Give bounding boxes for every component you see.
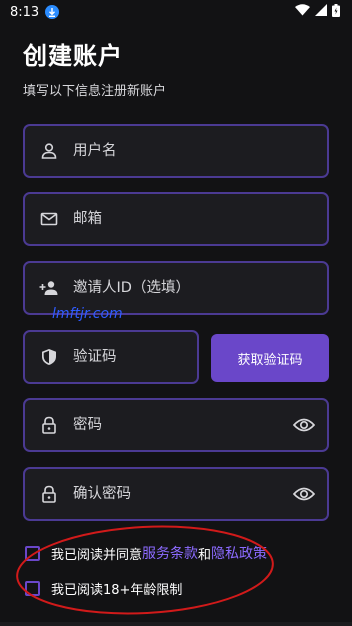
privacy-link[interactable]: 隐私政策 (211, 543, 267, 563)
verification-code-field[interactable] (23, 330, 199, 384)
username-input[interactable] (73, 136, 327, 166)
wifi-icon (295, 4, 310, 20)
terms-prefix: 我已阅读并同意 (51, 547, 143, 563)
invite-id-input[interactable] (73, 273, 327, 303)
email-input[interactable] (73, 204, 327, 234)
watermark: lmftjr.com (52, 306, 123, 322)
mail-icon (39, 209, 59, 229)
page-subtitle: 填写以下信息注册新账户 (23, 84, 167, 99)
get-code-button[interactable]: 获取验证码 (211, 334, 329, 382)
person-icon (39, 141, 59, 161)
terms-and: 和 (198, 547, 212, 563)
age-checkbox[interactable] (25, 581, 40, 596)
confirm-password-input[interactable] (73, 479, 293, 509)
navigation-bar (0, 622, 352, 626)
battery-icon (332, 3, 340, 21)
terms-agreement: 我已阅读并同意 服务条款 和 隐私政策 (25, 543, 267, 563)
age-agreement: 我已阅读18+年龄限制 (25, 579, 182, 598)
age-label: 我已阅读18+年龄限制 (51, 583, 183, 598)
email-field[interactable] (23, 192, 329, 246)
verification-code-input[interactable] (73, 342, 197, 372)
status-bar: 8:13 (0, 0, 352, 24)
password-field[interactable] (23, 398, 329, 452)
confirm-password-field[interactable] (23, 467, 329, 521)
username-field[interactable] (23, 124, 329, 178)
eye-icon[interactable] (293, 414, 315, 436)
shield-icon (39, 347, 59, 367)
terms-checkbox[interactable] (25, 545, 40, 561)
signal-icon (315, 4, 327, 20)
password-input[interactable] (73, 410, 293, 440)
eye-icon[interactable] (293, 483, 315, 505)
lock-icon (39, 415, 59, 435)
status-time: 8:13 (10, 4, 40, 20)
page-title: 创建账户 (23, 42, 123, 70)
status-left: 8:13 (10, 4, 60, 20)
terms-link[interactable]: 服务条款 (142, 543, 198, 563)
status-right (295, 3, 340, 21)
download-icon (45, 5, 60, 19)
lock-icon (39, 484, 59, 504)
person-add-icon (39, 278, 59, 298)
